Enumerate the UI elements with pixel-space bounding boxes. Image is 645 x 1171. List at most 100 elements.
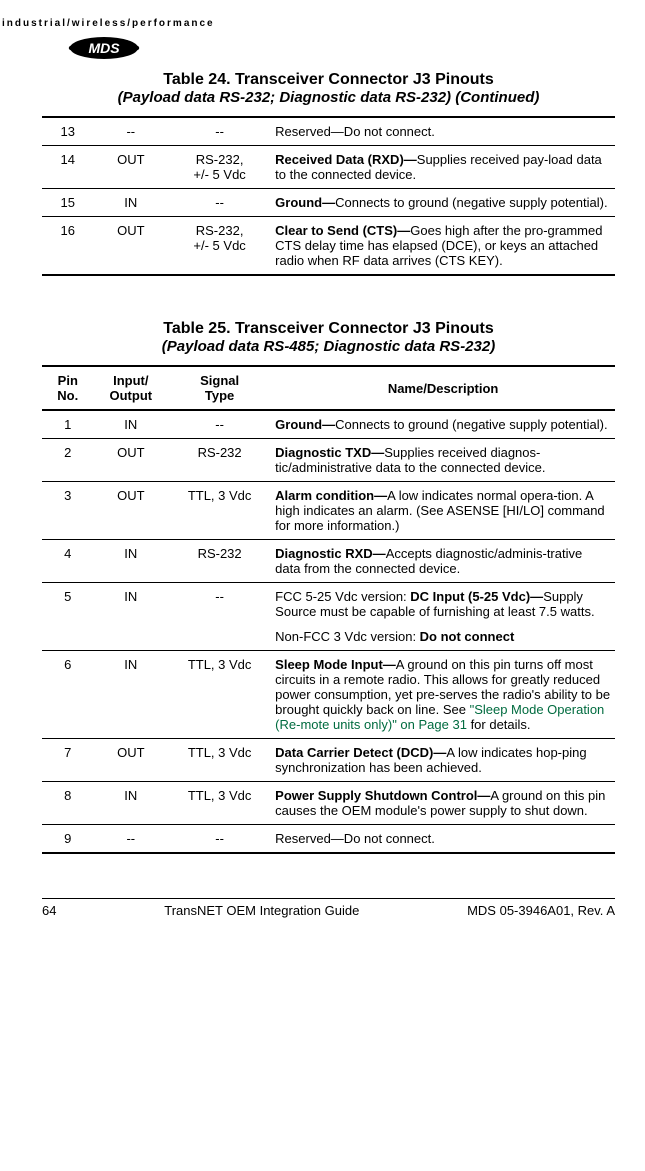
sig-cell: RS-232 [168,540,271,583]
page: industrial/wireless/performance MDS Tabl… [0,0,645,936]
table-row: 13 -- -- Reserved—Do not connect. [42,117,615,146]
sig-cell: TTL, 3 Vdc [168,482,271,540]
sig-cell: TTL, 3 Vdc [168,651,271,739]
table25-subtitle: (Payload data RS-485; Diagnostic data RS… [42,338,615,355]
pin-cell: 14 [42,146,94,189]
pin-cell: 9 [42,825,94,854]
pin-cell: 16 [42,217,94,276]
desc-bold: Diagnostic RXD— [275,546,386,561]
desc-bold: Sleep Mode Input— [275,657,396,672]
io-cell: IN [94,410,168,439]
desc-text: FCC 5-25 Vdc version: [275,589,410,604]
sig-cell: TTL, 3 Vdc [168,739,271,782]
table-row: 4 IN RS-232 Diagnostic RXD—Accepts diagn… [42,540,615,583]
io-cell: OUT [94,217,168,276]
guide-title: TransNET OEM Integration Guide [164,903,359,918]
table24-title: Table 24. Transceiver Connector J3 Pinou… [42,71,615,89]
desc-cell: Diagnostic RXD—Accepts diagnostic/admini… [271,540,615,583]
desc-cell: Received Data (RXD)—Supplies received pa… [271,146,615,189]
sig-cell: -- [168,410,271,439]
sig-cell: RS-232, +/- 5 Vdc [168,146,271,189]
desc-cell: Ground—Connects to ground (negative supp… [271,189,615,217]
desc-text: Connects to ground (negative supply pote… [335,195,607,210]
pin-cell: 4 [42,540,94,583]
desc-bold: Alarm condition— [275,488,387,503]
sig-cell: -- [168,189,271,217]
desc-cell: Sleep Mode Input—A ground on this pin tu… [271,651,615,739]
io-cell: -- [94,117,168,146]
pin-cell: 1 [42,410,94,439]
table-row: 9 -- -- Reserved—Do not connect. [42,825,615,854]
table25-title: Table 25. Transceiver Connector J3 Pinou… [42,320,615,338]
sig-cell: -- [168,583,271,651]
desc-cell: FCC 5-25 Vdc version: DC Input (5-25 Vdc… [271,583,615,651]
io-cell: OUT [94,439,168,482]
table-row: 2 OUT RS-232 Diagnostic TXD—Supplies rec… [42,439,615,482]
table-row: 14 OUT RS-232, +/- 5 Vdc Received Data (… [42,146,615,189]
doc-id: MDS 05-3946A01, Rev. A [467,903,615,918]
desc-cell: Reserved—Do not connect. [271,825,615,854]
sig-cell: RS-232 [168,439,271,482]
desc-cell: Reserved—Do not connect. [271,117,615,146]
pin-cell: 5 [42,583,94,651]
sig-cell: -- [168,825,271,854]
pin-cell: 8 [42,782,94,825]
desc-bold: Power Supply Shutdown Control— [275,788,490,803]
desc-bold: Ground— [275,417,335,432]
svg-text:MDS: MDS [88,40,120,56]
desc-text: Non-FCC 3 Vdc version: [275,629,420,644]
desc-text: Reserved—Do not connect. [275,124,435,139]
io-cell: IN [94,782,168,825]
pin-cell: 13 [42,117,94,146]
desc-text: Connects to ground (negative supply pote… [335,417,607,432]
desc-bold: Ground— [275,195,335,210]
header-pin: Pin No. [42,366,94,410]
desc-bold: Diagnostic TXD— [275,445,384,460]
table-row: 16 OUT RS-232, +/- 5 Vdc Clear to Send (… [42,217,615,276]
sig-cell: RS-232, +/- 5 Vdc [168,217,271,276]
table24: 13 -- -- Reserved—Do not connect. 14 OUT… [42,116,615,276]
io-cell: -- [94,825,168,854]
table-row: 8 IN TTL, 3 Vdc Power Supply Shutdown Co… [42,782,615,825]
desc-bold: Received Data (RXD)— [275,152,417,167]
page-footer: 64 TransNET OEM Integration Guide MDS 05… [42,898,615,918]
pin-cell: 15 [42,189,94,217]
header-sig: Signal Type [168,366,271,410]
io-cell: IN [94,540,168,583]
page-number: 64 [42,903,56,918]
header-io: Input/ Output [94,366,168,410]
io-cell: IN [94,189,168,217]
table24-subtitle: (Payload data RS-232; Diagnostic data RS… [42,89,615,106]
pin-cell: 7 [42,739,94,782]
table-row: 3 OUT TTL, 3 Vdc Alarm condition—A low i… [42,482,615,540]
sig-cell: TTL, 3 Vdc [168,782,271,825]
io-cell: OUT [94,482,168,540]
desc-bold: DC Input (5-25 Vdc)— [410,589,543,604]
mds-logo: MDS [68,35,615,61]
desc-cell: Power Supply Shutdown Control—A ground o… [271,782,615,825]
desc-cell: Data Carrier Detect (DCD)—A low indicate… [271,739,615,782]
header-strip: industrial/wireless/performance [2,18,615,29]
table-row: 15 IN -- Ground—Connects to ground (nega… [42,189,615,217]
pin-cell: 3 [42,482,94,540]
desc-text: for details. [467,717,531,732]
desc-bold: Data Carrier Detect (DCD)— [275,745,446,760]
pin-cell: 6 [42,651,94,739]
desc-bold: Clear to Send (CTS)— [275,223,410,238]
desc-cell: Diagnostic TXD—Supplies received diagnos… [271,439,615,482]
desc-cell: Clear to Send (CTS)—Goes high after the … [271,217,615,276]
io-cell: OUT [94,146,168,189]
table-header-row: Pin No. Input/ Output Signal Type Name/D… [42,366,615,410]
desc-text: Reserved—Do not connect. [275,831,435,846]
table-row: 1 IN -- Ground—Connects to ground (negat… [42,410,615,439]
header-desc: Name/Description [271,366,615,410]
desc-cell: Alarm condition—A low indicates normal o… [271,482,615,540]
desc-bold: Do not connect [420,629,515,644]
table-row: 7 OUT TTL, 3 Vdc Data Carrier Detect (DC… [42,739,615,782]
pin-cell: 2 [42,439,94,482]
desc-cell: Ground—Connects to ground (negative supp… [271,410,615,439]
sig-cell: -- [168,117,271,146]
io-cell: IN [94,583,168,651]
table25: Pin No. Input/ Output Signal Type Name/D… [42,365,615,854]
table-row: 6 IN TTL, 3 Vdc Sleep Mode Input—A groun… [42,651,615,739]
